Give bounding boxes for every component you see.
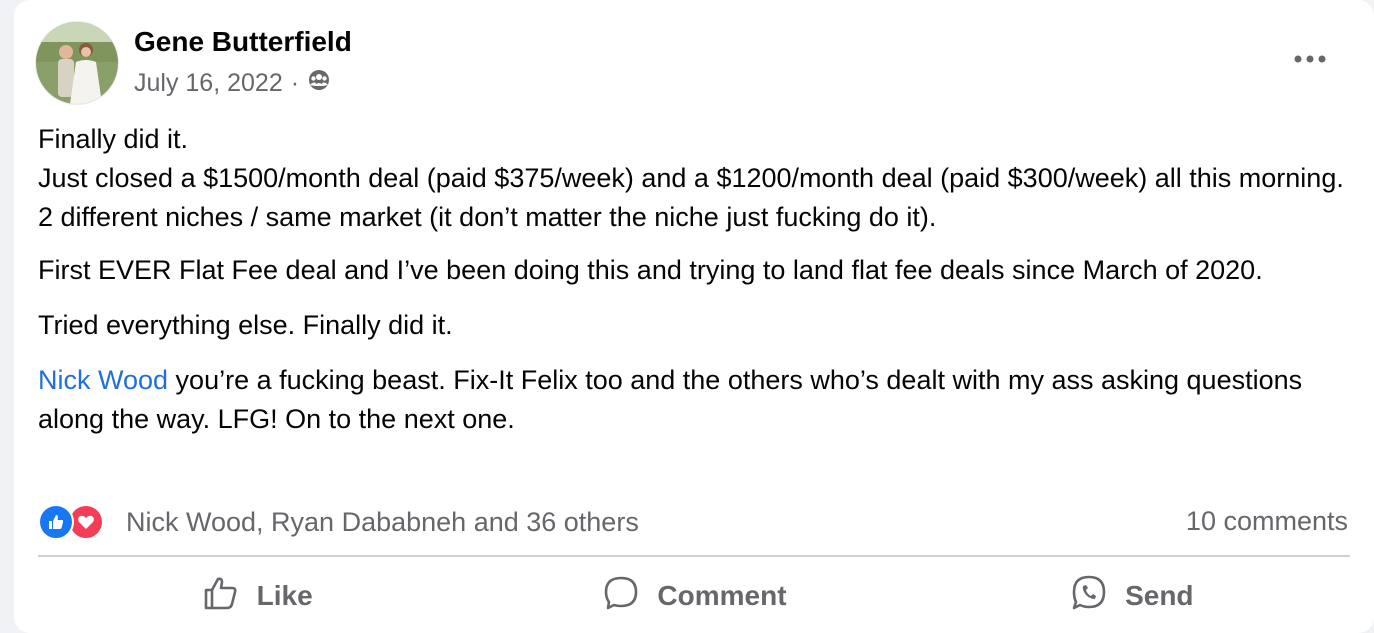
comment-label: Comment <box>657 580 787 611</box>
comment-icon <box>601 573 641 620</box>
comment-button[interactable]: Comment <box>475 565 912 627</box>
reactions-summary[interactable]: Nick Wood, Ryan Dababneh and 36 others <box>126 507 639 538</box>
post-date[interactable]: July 16, 2022 <box>134 69 283 98</box>
post-body: Finally did it. Just closed a $1500/mont… <box>38 120 1358 455</box>
post-meta: July 16, 2022 · <box>134 68 331 99</box>
action-bar: Like Comment Send <box>38 565 1350 627</box>
like-reaction-icon <box>38 504 74 540</box>
mention-link[interactable]: Nick Wood <box>38 365 168 395</box>
author-name[interactable]: Gene Butterfield <box>134 26 352 58</box>
post-card: Gene Butterfield July 16, 2022 · Finally… <box>14 0 1374 633</box>
divider <box>38 555 1350 557</box>
like-button[interactable]: Like <box>38 565 475 627</box>
post-paragraph-4-text: you’re a fucking beast. Fix-It Felix too… <box>38 365 1303 434</box>
group-icon <box>307 68 331 99</box>
post-line-1: Finally did it. <box>38 124 189 154</box>
reactions-bar[interactable]: Nick Wood, Ryan Dababneh and 36 others <box>38 502 639 542</box>
like-icon <box>201 573 241 620</box>
like-label: Like <box>256 580 313 611</box>
reaction-icons[interactable] <box>38 502 118 542</box>
post-paragraph-2: First EVER Flat Fee deal and I’ve been d… <box>38 255 1263 285</box>
send-label: Send <box>1125 580 1194 611</box>
post-paragraph-4: Nick Wood you’re a fucking beast. Fix-It… <box>38 361 1358 439</box>
send-button[interactable]: Send <box>913 565 1350 627</box>
post-paragraph-3: Tried everything else. Finally did it. <box>38 310 453 340</box>
whatsapp-icon <box>1069 573 1109 620</box>
comments-count[interactable]: 10 comments <box>1186 506 1348 537</box>
post-paragraph-1: Finally did it. Just closed a $1500/mont… <box>38 120 1358 237</box>
post-line-2: Just closed a $1500/month deal (paid $37… <box>38 163 1344 232</box>
avatar-photo <box>36 22 118 104</box>
meta-separator: · <box>290 69 300 97</box>
more-options-icon[interactable] <box>1290 44 1330 74</box>
avatar[interactable] <box>36 22 118 104</box>
